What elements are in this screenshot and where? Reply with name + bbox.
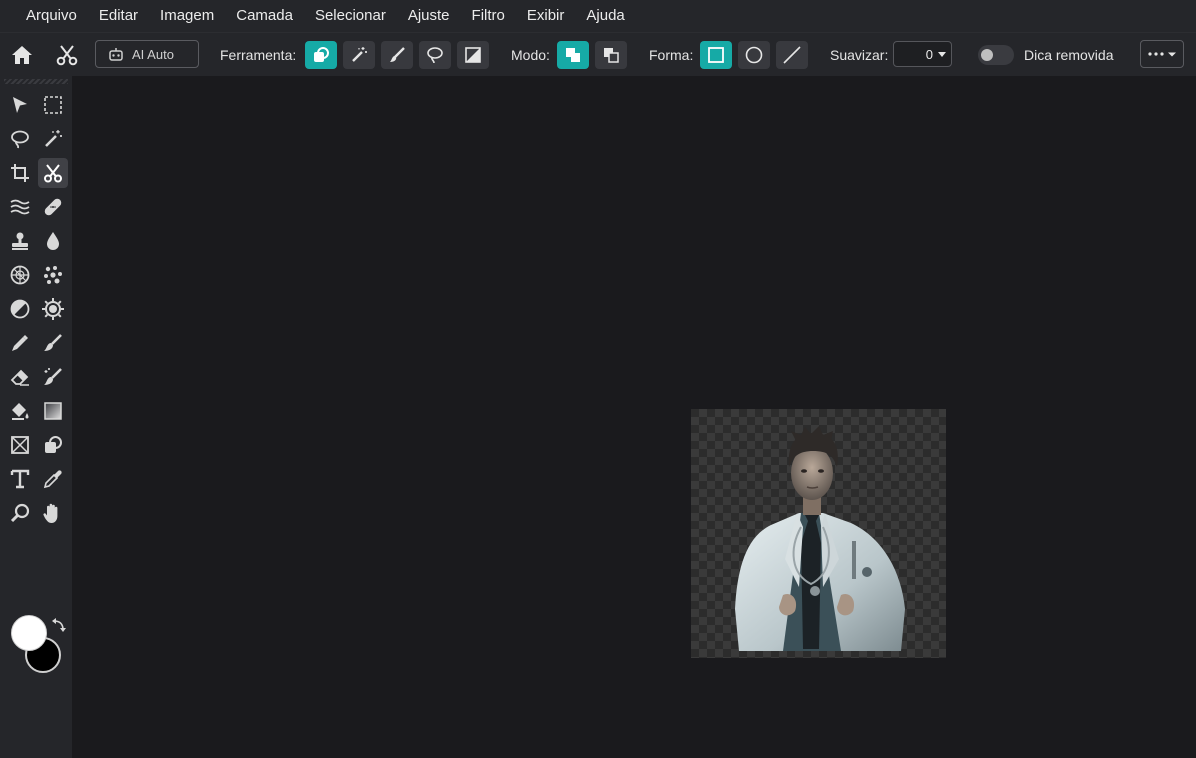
lasso-icon: [427, 47, 443, 64]
paint-bucket-tool-icon[interactable]: [5, 396, 35, 426]
shape-line-button[interactable]: [776, 41, 808, 69]
ai-auto-label: AI Auto: [132, 46, 174, 62]
tool-options-bar: AI Auto Ferramenta: Modo: Forma: Suaviza…: [0, 32, 1196, 76]
home-icon[interactable]: [10, 43, 34, 67]
clone-stamp-tool-icon[interactable]: [5, 226, 35, 256]
document-image[interactable]: [691, 409, 946, 658]
liquify-tool-icon[interactable]: [5, 192, 35, 222]
lasso-tool-icon[interactable]: [5, 124, 35, 154]
crop-tool-icon[interactable]: [5, 158, 35, 188]
panel-handle[interactable]: [4, 79, 68, 84]
blur-drop-tool-icon[interactable]: [38, 226, 68, 256]
eraser-tool-icon[interactable]: [5, 362, 35, 392]
line-icon: [783, 46, 801, 64]
ai-auto-button[interactable]: AI Auto: [95, 40, 199, 68]
more-options-button[interactable]: [1140, 40, 1184, 68]
tip-toggle[interactable]: [978, 45, 1014, 65]
tool-gradient-button[interactable]: [457, 41, 489, 69]
color-picker-tool-icon[interactable]: [5, 328, 35, 358]
shape-select-icon: [314, 47, 329, 62]
cutout-tool-icon[interactable]: [38, 158, 68, 188]
more-dots-icon: [1148, 52, 1176, 57]
shape-label: Forma:: [649, 47, 694, 63]
mode-subtract-button[interactable]: [595, 41, 627, 69]
magic-wand-tool-icon[interactable]: [38, 124, 68, 154]
gradient-icon: [465, 47, 481, 63]
foreground-color-swatch[interactable]: [11, 615, 47, 651]
tool-lasso-button[interactable]: [419, 41, 451, 69]
chevron-down-icon: [938, 52, 946, 57]
toggle-knob: [981, 49, 993, 61]
smooth-label: Suavizar:: [830, 47, 889, 63]
menu-filtro[interactable]: Filtro: [461, 0, 516, 32]
healing-bandage-tool-icon[interactable]: [38, 192, 68, 222]
hand-tool-icon[interactable]: [38, 498, 68, 528]
magic-wand-icon: [352, 47, 367, 62]
menu-arquivo[interactable]: Arquivo: [15, 0, 88, 32]
tool-label: Ferramenta:: [220, 47, 297, 63]
menu-imagem[interactable]: Imagem: [149, 0, 225, 32]
zoom-tool-icon[interactable]: [5, 498, 35, 528]
rectangle-icon: [708, 47, 724, 63]
marquee-select-tool-icon[interactable]: [38, 90, 68, 120]
mode-add-icon: [566, 48, 580, 62]
menu-selecionar[interactable]: Selecionar: [304, 0, 397, 32]
eyedropper-tool-icon[interactable]: [38, 464, 68, 494]
frame-tool-icon[interactable]: [5, 430, 35, 460]
gradient-tool-icon[interactable]: [38, 396, 68, 426]
tools-panel: [0, 76, 72, 758]
scissors-icon[interactable]: [55, 43, 79, 67]
menu-ajuste[interactable]: Ajuste: [397, 0, 461, 32]
sponge-tool-icon[interactable]: [5, 260, 35, 290]
shape-tool-icon[interactable]: [38, 430, 68, 460]
smart-brush-tool-icon[interactable]: [38, 362, 68, 392]
swap-colors-icon[interactable]: [50, 618, 66, 634]
smooth-input[interactable]: 0: [893, 41, 952, 67]
dodge-burn-tool-icon[interactable]: [5, 294, 35, 324]
tool-shape-select-button[interactable]: [305, 41, 337, 69]
menu-editar[interactable]: Editar: [88, 0, 149, 32]
tool-magic-wand-button[interactable]: [343, 41, 375, 69]
menu-exibir[interactable]: Exibir: [516, 0, 576, 32]
mode-add-button[interactable]: [557, 41, 589, 69]
menu-camada[interactable]: Camada: [225, 0, 304, 32]
smooth-value: 0: [925, 46, 933, 62]
brush-icon: [390, 47, 405, 62]
shape-rectangle-button[interactable]: [700, 41, 732, 69]
subject-cutout-image: [735, 426, 905, 651]
tip-label: Dica removida: [1024, 47, 1114, 63]
brush-tool-icon[interactable]: [38, 328, 68, 358]
mode-subtract-icon: [604, 48, 619, 63]
ellipse-icon: [745, 46, 763, 64]
tool-brush-button[interactable]: [381, 41, 413, 69]
pixelate-tool-icon[interactable]: [38, 260, 68, 290]
robot-icon: [109, 48, 123, 61]
menu-ajuda[interactable]: Ajuda: [575, 0, 635, 32]
menu-bar: Arquivo Editar Imagem Camada Selecionar …: [0, 0, 1196, 32]
mode-label: Modo:: [511, 47, 550, 63]
sharpen-tool-icon[interactable]: [38, 294, 68, 324]
move-tool-icon[interactable]: [5, 90, 35, 120]
text-tool-icon[interactable]: [5, 464, 35, 494]
shape-ellipse-button[interactable]: [738, 41, 770, 69]
canvas-workspace[interactable]: [72, 76, 1196, 758]
